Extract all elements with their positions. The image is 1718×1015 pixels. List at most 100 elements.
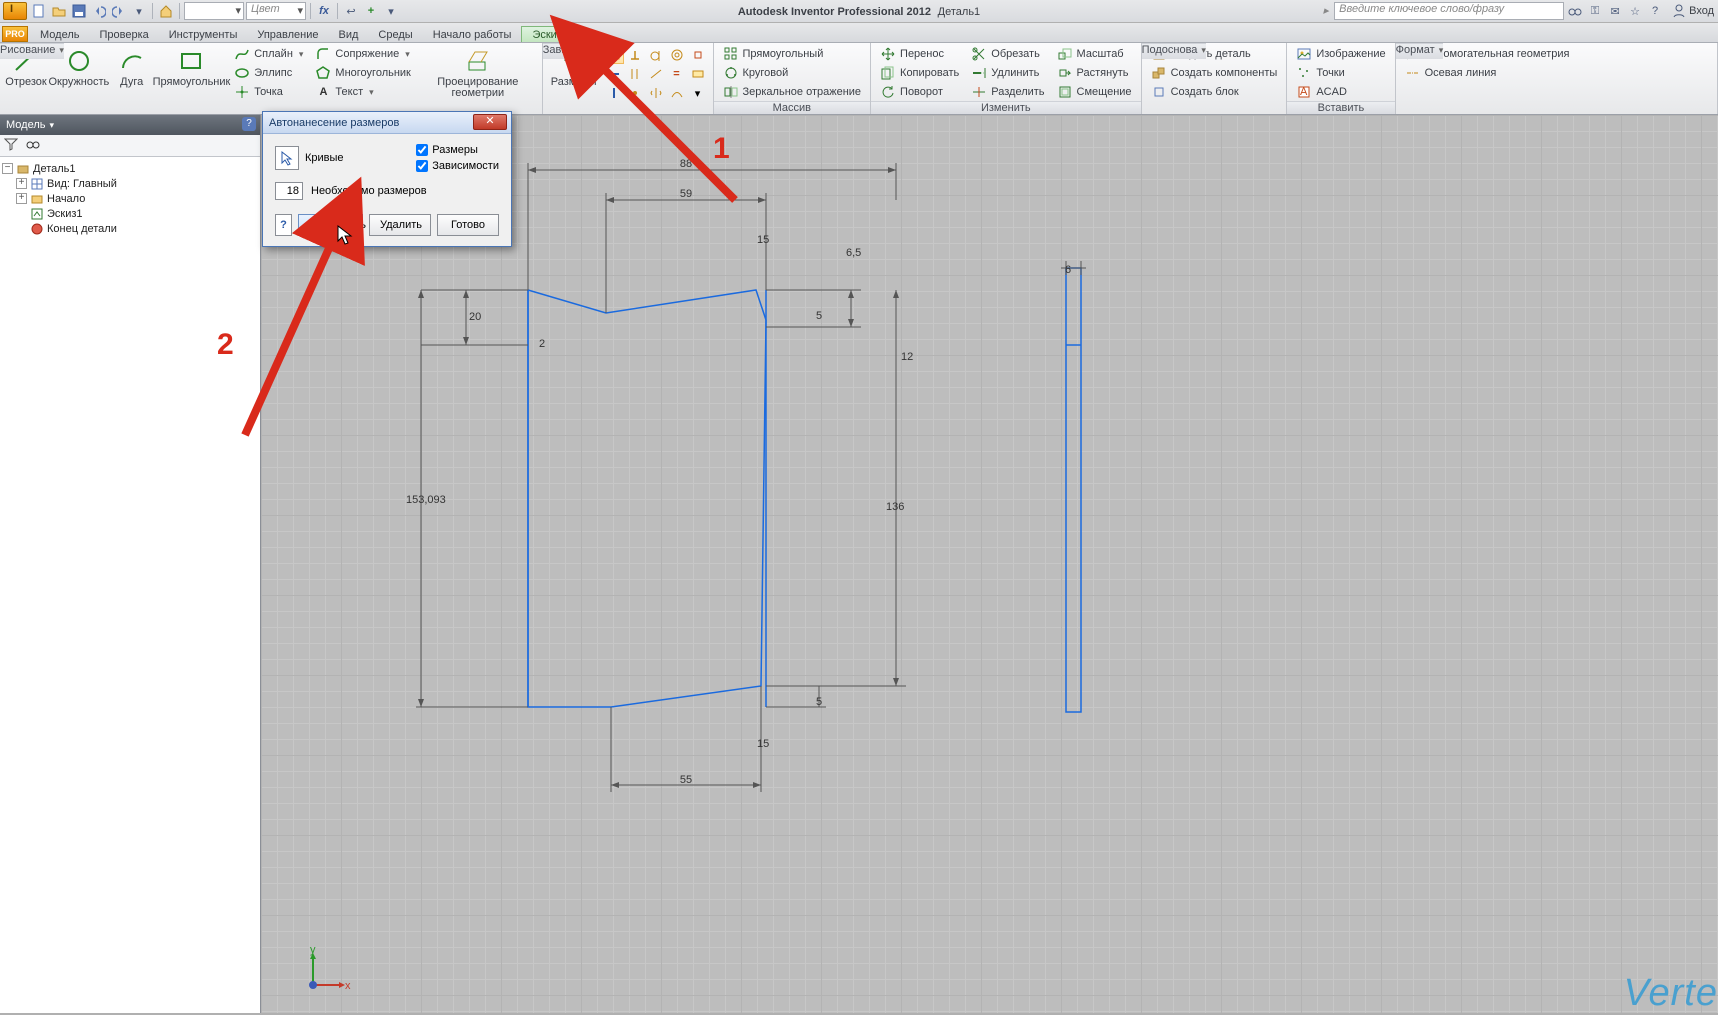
insert-points-button[interactable]: Точки bbox=[1293, 64, 1388, 82]
constraint-settings-icon[interactable]: ▾ bbox=[688, 84, 708, 102]
key-icon[interactable]: ⚿ bbox=[1586, 2, 1604, 20]
binoculars-icon[interactable] bbox=[1566, 2, 1584, 20]
tree-root[interactable]: −Деталь1 bbox=[2, 161, 258, 176]
select-icon[interactable]: ▾ bbox=[130, 2, 148, 20]
apply-button[interactable]: Применить bbox=[298, 214, 363, 236]
dimension-button[interactable]: Размеры bbox=[547, 45, 601, 114]
new-icon[interactable] bbox=[30, 2, 48, 20]
smooth-constraint-icon[interactable] bbox=[667, 84, 687, 102]
favorite-icon[interactable]: ☆ bbox=[1626, 2, 1644, 20]
home-icon[interactable] bbox=[157, 2, 175, 20]
circ-pattern-button[interactable]: Круговой bbox=[720, 64, 865, 82]
dialog-help-button[interactable]: ? bbox=[275, 214, 292, 236]
construction-geometry-button[interactable]: Вспомогательная геометрия bbox=[1402, 45, 1573, 63]
rectangle-button[interactable]: Прямоугольник bbox=[156, 45, 228, 114]
color-combo[interactable]: Цвет bbox=[246, 2, 306, 20]
tab-sketch[interactable]: Эскиз bbox=[521, 26, 572, 42]
point-button[interactable]: Точка bbox=[231, 83, 306, 101]
tree-item-sketch[interactable]: Эскиз1 bbox=[2, 206, 258, 221]
tab-env[interactable]: Среды bbox=[368, 27, 422, 42]
stretch-button[interactable]: Растянуть bbox=[1054, 64, 1135, 82]
centerline-button[interactable]: Осевая линия bbox=[1402, 64, 1573, 82]
delete-button[interactable]: Удалить bbox=[369, 214, 431, 236]
perpendicular-constraint-icon[interactable] bbox=[625, 46, 645, 64]
app-logo[interactable] bbox=[3, 2, 27, 20]
open-icon[interactable] bbox=[50, 2, 68, 20]
filter-icon[interactable] bbox=[4, 137, 18, 154]
tree-item-view[interactable]: +Вид: Главный bbox=[2, 176, 258, 191]
comm-icon[interactable]: ✉ bbox=[1606, 2, 1624, 20]
done-button[interactable]: Готово bbox=[437, 214, 499, 236]
tab-pro[interactable]: PRO bbox=[2, 26, 28, 42]
fix-constraint-icon[interactable] bbox=[688, 46, 708, 64]
help-icon[interactable]: ? bbox=[1646, 2, 1664, 20]
ellipse-button[interactable]: Эллипс bbox=[231, 64, 306, 82]
trim-button[interactable]: Обрезать bbox=[968, 45, 1047, 63]
scale-button[interactable]: Масштаб bbox=[1054, 45, 1135, 63]
vertical-constraint-icon[interactable] bbox=[604, 84, 624, 102]
create-block-button[interactable]: Создать блок bbox=[1148, 83, 1281, 101]
coincident-constraint-icon[interactable] bbox=[625, 84, 645, 102]
auto-dimension-button[interactable] bbox=[604, 46, 624, 64]
auto-dimension-dialog: Автонанесение размеров ✕ Кривые Размеры … bbox=[262, 111, 512, 247]
plus-icon[interactable]: + bbox=[362, 2, 380, 20]
concentric-constraint-icon[interactable] bbox=[667, 46, 687, 64]
rect-pattern-button[interactable]: Прямоугольный bbox=[720, 45, 865, 63]
qat-dropdown-icon[interactable]: ▾ bbox=[382, 2, 400, 20]
return-icon[interactable]: ↩ bbox=[342, 2, 360, 20]
copy-button[interactable]: Копировать bbox=[877, 64, 962, 82]
tab-view[interactable]: Вид bbox=[329, 27, 369, 42]
insert-image-button[interactable]: Изображение bbox=[1293, 45, 1388, 63]
constraints-checkbox[interactable]: Зависимости bbox=[416, 160, 499, 172]
material-combo[interactable] bbox=[184, 2, 244, 20]
tab-manage[interactable]: Управление bbox=[247, 27, 328, 42]
text-button[interactable]: AТекст bbox=[312, 83, 413, 101]
arc-button[interactable]: Дуга bbox=[110, 45, 154, 114]
split-button[interactable]: Разделить bbox=[968, 83, 1047, 101]
move-button[interactable]: Перенос bbox=[877, 45, 962, 63]
close-icon[interactable]: ✕ bbox=[473, 114, 507, 130]
symmetry-constraint-icon[interactable] bbox=[646, 84, 666, 102]
tab-tools[interactable]: Инструменты bbox=[159, 27, 248, 42]
undo-icon[interactable] bbox=[90, 2, 108, 20]
insert-acad-button[interactable]: AACAD bbox=[1293, 83, 1388, 101]
show-constraints-icon[interactable] bbox=[688, 65, 708, 83]
fillet-button[interactable]: Сопряжение bbox=[312, 45, 413, 63]
redo-icon[interactable] bbox=[110, 2, 128, 20]
tab-check[interactable]: Проверка bbox=[89, 27, 158, 42]
spline-button[interactable]: Сплайн bbox=[231, 45, 306, 63]
project-geometry-button[interactable]: Проецирование геометрии bbox=[418, 45, 538, 114]
select-curves-toggle[interactable] bbox=[275, 146, 299, 170]
polygon-button[interactable]: Многоугольник bbox=[312, 64, 413, 82]
fx-button[interactable]: fx bbox=[315, 2, 333, 20]
offset-button[interactable]: Смещение bbox=[1054, 83, 1135, 101]
save-icon[interactable] bbox=[70, 2, 88, 20]
tab-start[interactable]: Начало работы bbox=[423, 27, 522, 42]
browser-header[interactable]: Модель bbox=[0, 115, 260, 135]
panel-constraint: Размеры = ▾ Зависимость bbox=[543, 43, 714, 114]
dimensions-checkbox[interactable]: Размеры bbox=[416, 144, 499, 156]
equal-constraint-icon[interactable]: = bbox=[667, 65, 687, 83]
sketch-canvas[interactable]: 88 59 6,5 6 20 5 2 15 12 153,093 136 5 1… bbox=[261, 115, 1718, 1013]
search-input[interactable]: Введите ключевое слово/фразу bbox=[1334, 2, 1564, 20]
mirror-button[interactable]: Зеркальное отражение bbox=[720, 83, 865, 101]
tab-overflow-icon[interactable]: ▣ ▾ bbox=[579, 29, 598, 42]
create-components-button[interactable]: Создать компоненты bbox=[1148, 64, 1281, 82]
dialog-title-bar[interactable]: Автонанесение размеров ✕ bbox=[263, 112, 511, 134]
tangent-constraint-icon[interactable] bbox=[646, 46, 666, 64]
collinear-constraint-icon[interactable] bbox=[646, 65, 666, 83]
create-part-button[interactable]: Создать деталь bbox=[1148, 45, 1281, 63]
find-icon[interactable] bbox=[26, 137, 40, 154]
dim-15b: 15 bbox=[757, 738, 769, 750]
horizontal-constraint-icon[interactable] bbox=[604, 65, 624, 83]
parallel-constraint-icon[interactable] bbox=[625, 65, 645, 83]
tab-model[interactable]: Модель bbox=[30, 27, 89, 42]
line-button[interactable]: Отрезок bbox=[4, 45, 48, 114]
rotate-button[interactable]: Поворот bbox=[877, 83, 962, 101]
extend-button[interactable]: Удлинить bbox=[968, 64, 1047, 82]
signin-button[interactable]: Вход bbox=[1672, 4, 1714, 18]
tree-item-end[interactable]: Конец детали bbox=[2, 221, 258, 236]
model-browser: Модель −Деталь1 +Вид: Главный +Начало Эс… bbox=[0, 115, 261, 1013]
tree-item-origin[interactable]: +Начало bbox=[2, 191, 258, 206]
circle-button[interactable]: Окружность bbox=[50, 45, 108, 114]
